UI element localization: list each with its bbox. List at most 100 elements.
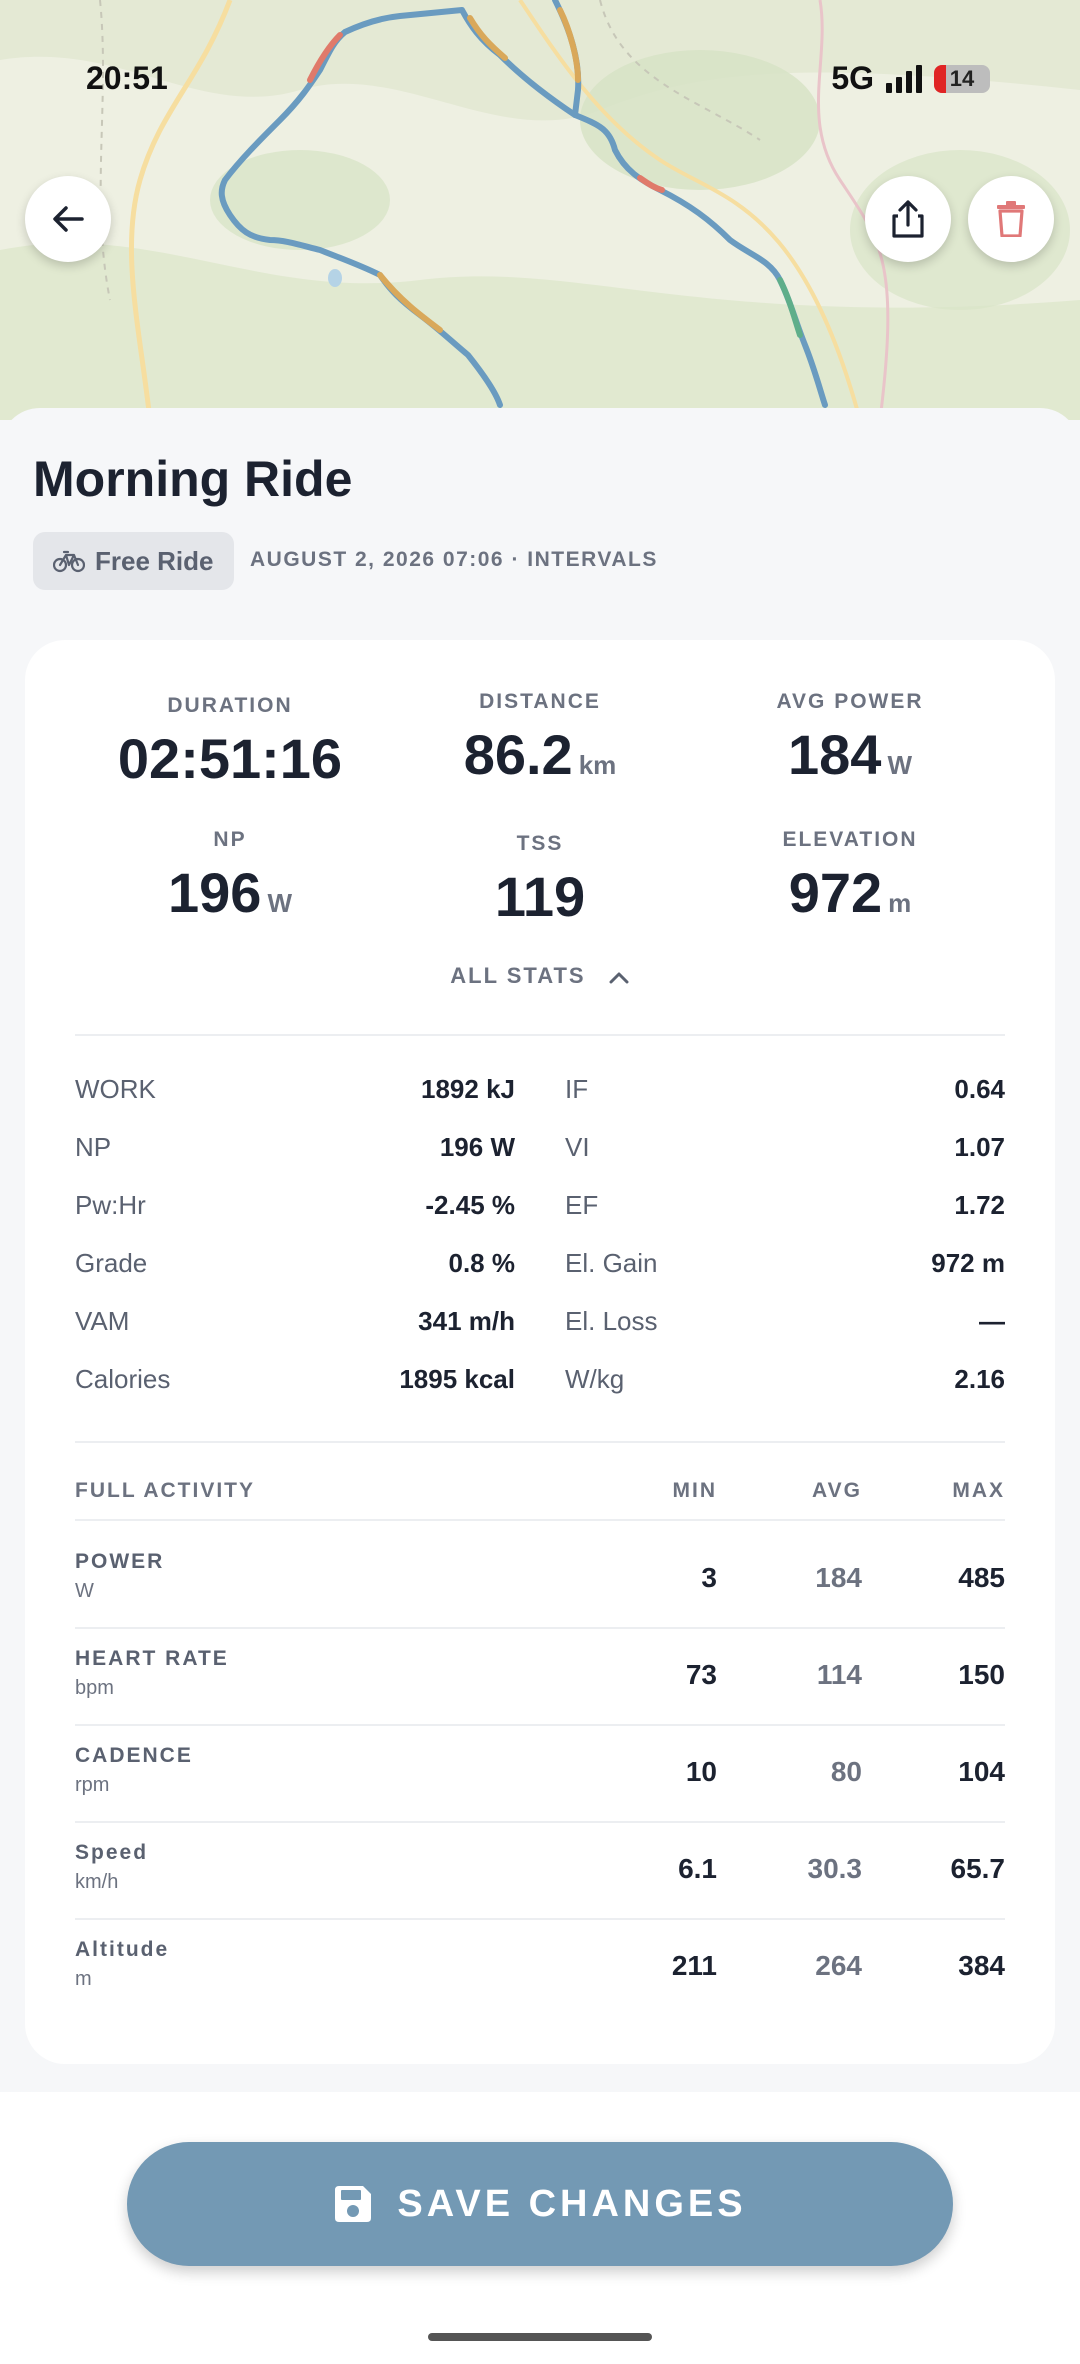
detail-stat-value: 341 m/h — [418, 1306, 515, 1336]
stat-distance: DISTANCE 86.2 km — [380, 690, 700, 787]
detail-stat-key: El. Gain — [565, 1248, 658, 1278]
stat-value: 972 — [788, 861, 883, 924]
stat-avg-power: AVG POWER 184 W — [690, 690, 1010, 787]
back-button[interactable] — [25, 176, 111, 262]
detail-stat-key: W/kg — [565, 1364, 625, 1394]
ride-type-label: Free Ride — [95, 545, 214, 576]
row-max: 485 — [958, 1562, 1005, 1593]
detail-stat-key: El. Loss — [565, 1306, 658, 1336]
stat-duration: DURATION 02:51:16 — [70, 694, 390, 791]
detail-stat-value: 0.64 — [954, 1074, 1005, 1104]
row-max: 384 — [958, 1950, 1005, 1981]
detail-stat-if: IF 0.64 — [565, 1074, 1005, 1105]
detail-stat-value: 196 W — [439, 1132, 515, 1162]
battery-level: 14 — [949, 65, 975, 91]
detail-stat-np: NP 196 W — [75, 1132, 515, 1163]
table-row-divider — [75, 1918, 1005, 1920]
stat-value: 119 — [494, 865, 586, 928]
stat-label: ELEVATION — [782, 828, 918, 851]
table-row-divider — [75, 1724, 1005, 1726]
row-min: 10 — [685, 1756, 717, 1787]
detail-stat-value: 1895 kcal — [399, 1364, 515, 1394]
table-header-min: MIN — [672, 1479, 717, 1502]
row-max: 104 — [958, 1756, 1005, 1787]
stat-value: 196 — [168, 861, 262, 924]
stat-elevation: ELEVATION 972 m — [690, 828, 1010, 925]
detail-stat-key: VAM — [75, 1306, 130, 1336]
row-max: 150 — [958, 1659, 1005, 1690]
arrow-left-icon — [53, 206, 84, 232]
table-header-max: MAX — [952, 1479, 1005, 1502]
row-name: Altitude — [75, 1938, 170, 1961]
all-stats-toggle[interactable]: ALL STATS — [0, 963, 1080, 989]
table-row-divider — [75, 1821, 1005, 1823]
row-name: Speed — [75, 1841, 149, 1864]
activity-meta: AUGUST 2, 2026 07:06 · INTERVALS — [250, 548, 658, 571]
delete-button[interactable] — [968, 176, 1054, 262]
all-stats-label: ALL STATS — [450, 963, 586, 988]
table-row-divider — [75, 1519, 1005, 1521]
bicycle-icon — [53, 550, 85, 573]
stat-label: TSS — [516, 832, 564, 855]
row-avg: 80 — [830, 1756, 862, 1787]
detail-stat-key: VI — [565, 1132, 590, 1162]
table-row-altitude: Altitude m — [75, 1938, 169, 1991]
row-avg: 264 — [815, 1950, 862, 1981]
detail-stat-key: IF — [565, 1074, 589, 1104]
table-row-speed: Speed km/h — [75, 1841, 148, 1894]
stat-value: 184 — [788, 723, 882, 786]
row-avg: 30.3 — [807, 1853, 863, 1884]
detail-stat-key: Pw:Hr — [75, 1190, 146, 1220]
signal-icon — [886, 64, 922, 93]
stat-unit: W — [887, 750, 912, 780]
detail-stat-key: Grade — [75, 1248, 148, 1278]
stat-label: NP — [213, 828, 247, 851]
table-row-power: POWER W — [75, 1550, 164, 1603]
detail-stat-value: 1.72 — [954, 1190, 1005, 1220]
row-name: HEART RATE — [75, 1647, 229, 1670]
save-changes-label: SAVE CHANGES — [397, 2182, 747, 2225]
detail-stat-calories: Calories 1895 kcal — [75, 1364, 515, 1395]
stat-tss: TSS 119 — [380, 832, 700, 929]
stat-unit: W — [267, 888, 292, 918]
row-unit: W — [75, 1580, 94, 1602]
save-changes-button[interactable]: SAVE CHANGES — [127, 2142, 953, 2266]
chevron-up-icon — [609, 972, 629, 984]
stat-value: 86.2 — [463, 723, 573, 786]
share-button[interactable] — [865, 176, 951, 262]
stats-divider — [75, 1034, 1005, 1036]
network-label: 5G — [831, 60, 874, 96]
stat-np: NP 196 W — [70, 828, 390, 925]
stat-label: DISTANCE — [479, 690, 601, 713]
row-unit: m — [75, 1968, 92, 1990]
detail-stat-key: Calories — [75, 1364, 171, 1394]
detail-stat-el-loss: El. Loss — — [565, 1306, 1005, 1337]
stat-label: DURATION — [167, 694, 293, 717]
row-unit: bpm — [75, 1677, 114, 1699]
row-min: 6.1 — [678, 1853, 717, 1884]
detail-stat-value: 972 m — [931, 1248, 1005, 1278]
detail-stat-wkg: W/kg 2.16 — [565, 1364, 1005, 1395]
table-top-divider — [75, 1441, 1005, 1443]
detail-stat-value: 1892 kJ — [421, 1074, 515, 1104]
table-row-cadence: CADENCE rpm — [75, 1744, 193, 1797]
row-name: CADENCE — [75, 1744, 193, 1767]
activity-title: Morning Ride — [33, 451, 353, 507]
detail-stat-ef: EF 1.72 — [565, 1190, 1005, 1221]
detail-stat-grade: Grade 0.8 % — [75, 1248, 515, 1279]
row-max: 65.7 — [950, 1853, 1006, 1884]
detail-stat-vi: VI 1.07 — [565, 1132, 1005, 1163]
share-icon — [892, 200, 924, 238]
floppy-disk-icon — [335, 2186, 372, 2222]
status-bar: 20:51 5G 14 — [0, 50, 1080, 110]
ride-type-badge[interactable]: Free Ride — [33, 532, 234, 590]
home-indicator — [428, 2333, 652, 2341]
table-row-heart-rate: HEART RATE bpm — [75, 1647, 229, 1700]
detail-stat-el-gain: El. Gain 972 m — [565, 1248, 1005, 1279]
row-avg: 114 — [816, 1659, 862, 1690]
stat-label: AVG POWER — [776, 690, 924, 713]
stat-unit: km — [578, 750, 617, 780]
detail-stat-value: -2.45 % — [425, 1190, 515, 1220]
row-min: 73 — [685, 1659, 717, 1690]
battery-icon: 14 — [934, 64, 990, 93]
